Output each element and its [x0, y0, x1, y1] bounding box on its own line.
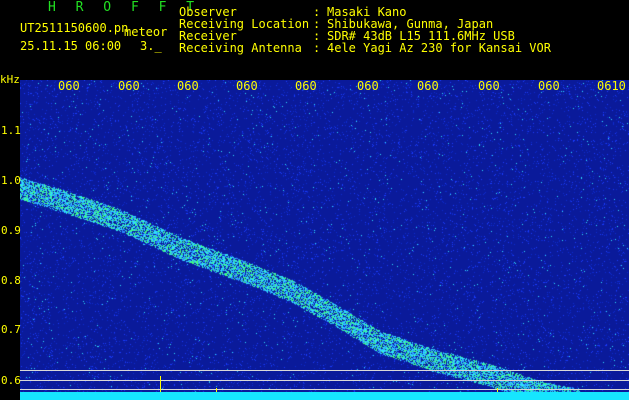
field-sep: : — [313, 41, 321, 55]
baseline-band — [20, 392, 629, 400]
page-indicator: 3._ — [140, 39, 162, 53]
y-tick-label: 0.7 — [1, 323, 21, 336]
field-value-antenna: 4ele Yagi Az 230 for Kansai VOR — [327, 41, 551, 55]
reference-line — [20, 380, 629, 381]
y-tick-label: 1.0 — [1, 174, 21, 187]
file-name: UT2511150600.pn — [20, 21, 129, 35]
reference-line — [20, 370, 629, 371]
x-tick-label: 060 — [538, 79, 560, 93]
spectrogram-canvas — [20, 80, 629, 400]
y-tick-label: 1.1 — [1, 124, 21, 137]
y-tick-label: 0.9 — [1, 224, 21, 237]
y-axis-unit: kHz — [0, 73, 20, 86]
header-panel: H R O F F T UT2511150600.pn meteor 25.11… — [0, 0, 629, 70]
x-tick-label: 060 — [295, 79, 317, 93]
y-tick-label: 0.8 — [1, 274, 21, 287]
x-tick-label: 060 — [236, 79, 258, 93]
spectrogram-plot — [20, 80, 629, 400]
x-tick-label: 0610 — [597, 79, 626, 93]
x-tick-label: 060 — [58, 79, 80, 93]
app-title: H R O F F T — [48, 0, 201, 15]
field-label-antenna: Receiving Antenna — [179, 41, 302, 55]
reference-line — [20, 389, 629, 390]
x-tick-label: 060 — [177, 79, 199, 93]
y-tick-label: 0.6 — [1, 374, 21, 387]
x-tick-label: 060 — [357, 79, 379, 93]
x-tick-label: 060 — [478, 79, 500, 93]
x-tick-label: 060 — [417, 79, 439, 93]
category-label: meteor — [124, 25, 168, 39]
x-tick-label: 060 — [118, 79, 140, 93]
datetime-label: 25.11.15 06:00 — [20, 39, 122, 53]
